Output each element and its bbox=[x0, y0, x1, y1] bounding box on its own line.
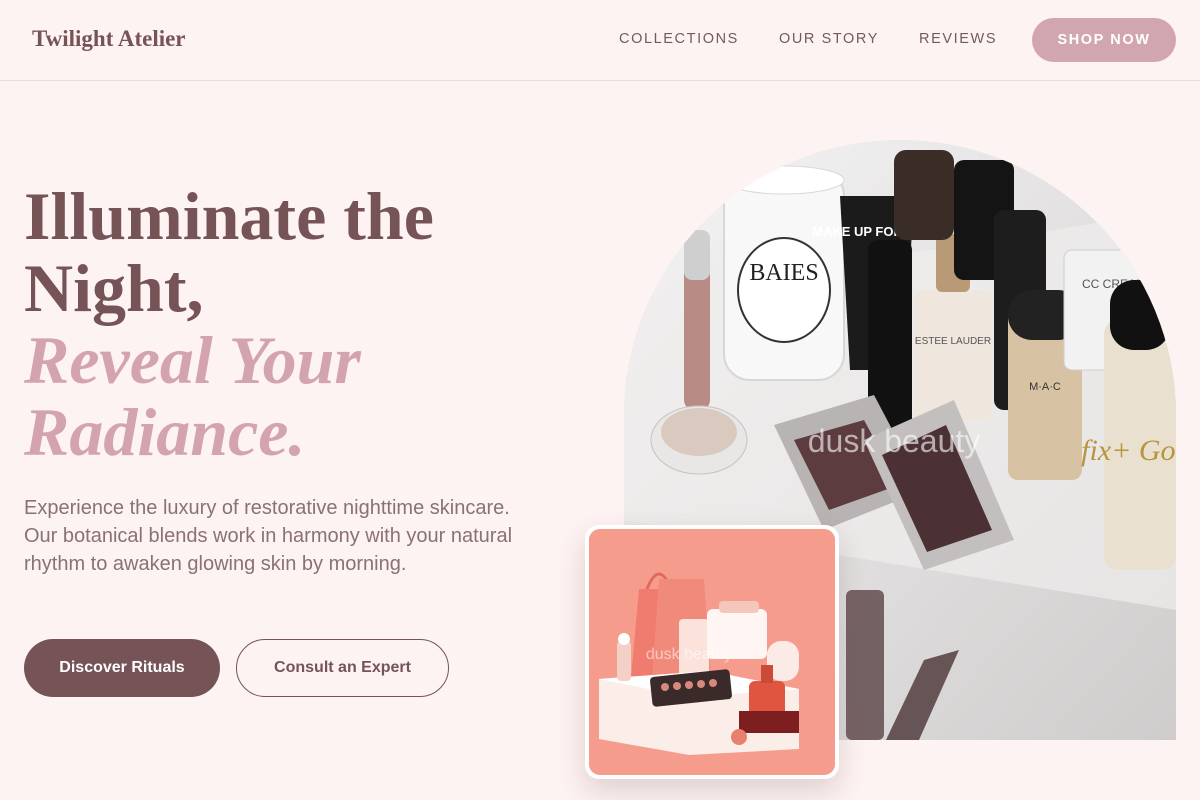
lip-gloss bbox=[684, 230, 710, 410]
shop-now-button[interactable]: SHOP NOW bbox=[1032, 18, 1176, 62]
highlighter-pot bbox=[650, 405, 748, 475]
coral-cosmetics-illustration: dusk beauty bbox=[589, 529, 835, 775]
nav-links: COLLECTIONS OUR STORY REVIEWS bbox=[619, 31, 1037, 47]
nav-link-reviews[interactable]: REVIEWS bbox=[919, 31, 997, 47]
brand-logo[interactable]: Twilight Atelier bbox=[32, 26, 186, 52]
secondary-product-image: dusk beauty bbox=[585, 525, 839, 779]
secondary-watermark: dusk beauty bbox=[646, 646, 732, 663]
headline-line-2: Night, bbox=[24, 250, 204, 326]
consult-expert-button[interactable]: Consult an Expert bbox=[236, 639, 449, 697]
headline-accent-line-1: Reveal Your bbox=[24, 322, 361, 398]
foundation-label: ESTEE LAUDER bbox=[915, 336, 991, 347]
headline-accent-line-2: Radiance. bbox=[24, 394, 306, 470]
spray-label: fix+ Gold bbox=[1081, 434, 1176, 467]
discover-rituals-button[interactable]: Discover Rituals bbox=[24, 639, 220, 697]
top-navbar: Twilight Atelier COLLECTIONS OUR STORY R… bbox=[0, 0, 1200, 81]
hero-description: Experience the luxury of restorative nig… bbox=[24, 497, 513, 575]
nav-link-our-story[interactable]: OUR STORY bbox=[779, 31, 879, 47]
hero-watermark: dusk beauty bbox=[808, 423, 981, 459]
candle-label: BAIES bbox=[749, 260, 818, 286]
hero-headline: Illuminate the Night, Reveal Your Radian… bbox=[24, 180, 584, 468]
mac-label: M·A·C bbox=[1029, 381, 1061, 393]
headline-line-1: Illuminate the bbox=[24, 178, 434, 254]
nav-link-collections[interactable]: COLLECTIONS bbox=[619, 31, 739, 47]
candle-jar: BAIES bbox=[723, 165, 845, 381]
